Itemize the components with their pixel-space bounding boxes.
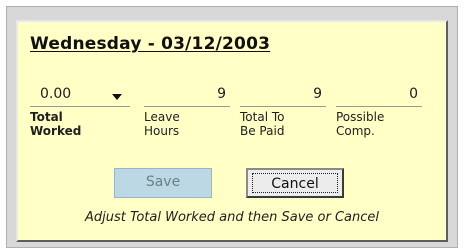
day-edit-dialog: Wednesday - 03/12/2003 0.00 Total Worked… (16, 20, 448, 242)
leave-hours-column: 9 Leave Hours (144, 82, 230, 138)
leave-hours-label: Leave Hours (144, 110, 180, 138)
total-to-be-paid-column: 9 Total To Be Paid (240, 82, 326, 138)
total-worked-dropdown[interactable]: 0.00 (30, 82, 130, 107)
total-to-be-paid-field: 9 (240, 82, 326, 107)
chevron-down-icon[interactable] (112, 94, 122, 100)
total-worked-column: 0.00 Total Worked (30, 82, 130, 138)
instruction-hint: Adjust Total Worked and then Save or Can… (85, 210, 379, 225)
total-to-be-paid-value: 9 (313, 86, 322, 102)
total-worked-label: Total Worked (30, 110, 82, 138)
possible-comp-column: 0 Possible Comp. (336, 82, 422, 138)
possible-comp-label: Possible Comp. (336, 110, 385, 138)
date-heading: Wednesday - 03/12/2003 (30, 34, 271, 54)
total-to-be-paid-label: Total To Be Paid (240, 110, 285, 138)
possible-comp-value: 0 (409, 86, 418, 102)
save-button[interactable]: Save (114, 168, 212, 198)
possible-comp-field: 0 (336, 82, 422, 107)
leave-hours-field: 9 (144, 82, 230, 107)
total-worked-value: 0.00 (40, 86, 72, 102)
cancel-button-label: Cancel (252, 173, 338, 193)
leave-hours-value: 9 (217, 86, 226, 102)
cancel-button[interactable]: Cancel (246, 168, 344, 198)
